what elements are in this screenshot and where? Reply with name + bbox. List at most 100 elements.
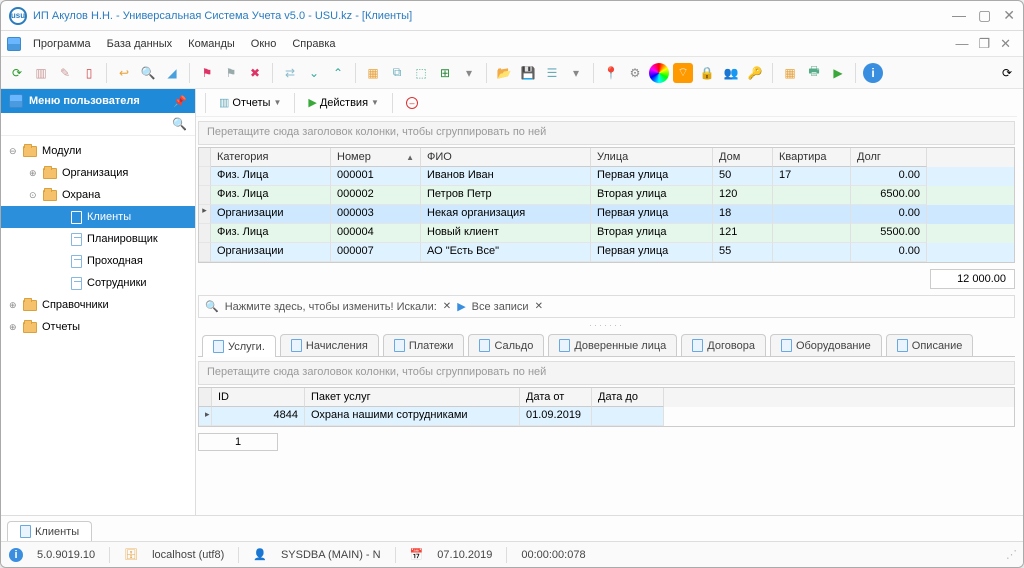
tab-5[interactable]: Договора <box>681 334 766 356</box>
group-hint[interactable]: Перетащите сюда заголовок колонки, чтобы… <box>198 121 1015 145</box>
col-street[interactable]: Улица <box>591 148 713 167</box>
expand-icon[interactable]: ⊖ <box>9 146 21 157</box>
table-row[interactable]: Физ. Лица000001Иванов ИванПервая улица50… <box>199 167 1014 186</box>
table-row[interactable]: Физ. Лица000004Новый клиентВторая улица1… <box>199 224 1014 243</box>
tab-0[interactable]: Услуги. <box>202 335 276 357</box>
tool-excel-icon[interactable]: ⊞ <box>435 63 455 83</box>
tool-flag-icon[interactable]: ⚑ <box>197 63 217 83</box>
col-date-from[interactable]: Дата от <box>520 388 592 407</box>
tab-2[interactable]: Платежи <box>383 334 465 356</box>
tool-print-icon[interactable]: 🖶 <box>804 63 824 83</box>
menu-commands[interactable]: Команды <box>180 34 243 54</box>
expand-icon[interactable]: ⊕ <box>9 300 21 311</box>
expand-icon[interactable]: ⊙ <box>29 190 41 201</box>
maximize-button[interactable]: ▢ <box>978 7 991 24</box>
mdi-close-button[interactable]: ✕ <box>1000 36 1011 52</box>
actions-button[interactable]: ▶ Действия ▼ <box>302 94 385 111</box>
tool-gear-icon[interactable]: ⚙ <box>625 63 645 83</box>
tool-link-icon[interactable]: ⇄ <box>280 63 300 83</box>
tree-item-клиенты[interactable]: Клиенты <box>1 206 195 228</box>
search-hint[interactable]: Нажмите здесь, чтобы изменить! Искали: <box>225 301 437 313</box>
clear-filter-icon[interactable]: ✕ <box>535 301 543 312</box>
pin-icon[interactable]: 📌 <box>173 95 187 108</box>
expand-icon[interactable]: ⊕ <box>29 168 41 179</box>
page-number[interactable]: 1 <box>198 433 278 451</box>
tab-1[interactable]: Начисления <box>280 334 379 356</box>
tree-item-модули[interactable]: ⊖Модули <box>1 140 195 162</box>
tool-open-icon[interactable]: 📂 <box>494 63 514 83</box>
table-row[interactable]: Физ. Лица000002Петров ПетрВторая улица12… <box>199 186 1014 205</box>
tool-flagclear-icon[interactable]: ✖ <box>245 63 265 83</box>
tool-up-icon[interactable]: ⌃ <box>328 63 348 83</box>
col-category[interactable]: Категория <box>211 148 331 167</box>
all-records-label[interactable]: Все записи <box>472 301 529 313</box>
tab-4[interactable]: Доверенные лица <box>548 334 677 356</box>
mdi-minimize-button[interactable]: — <box>955 36 968 52</box>
tree-item-проходная[interactable]: Проходная <box>1 250 195 272</box>
tool-refresh-icon[interactable]: ⟳ <box>7 63 27 83</box>
info-icon[interactable]: i <box>9 548 23 562</box>
tool-filter-icon[interactable]: ◢ <box>162 63 182 83</box>
col-flat[interactable]: Квартира <box>773 148 851 167</box>
doc-tab-clients[interactable]: Клиенты <box>7 521 92 541</box>
tool-info-icon[interactable]: i <box>863 63 883 83</box>
tool-doc-icon[interactable]: ▥ <box>31 63 51 83</box>
tree-item-отчеты[interactable]: ⊕Отчеты <box>1 316 195 338</box>
tool-lock-icon[interactable]: 🔒 <box>697 63 717 83</box>
col-number[interactable]: Номер▲ <box>331 148 421 167</box>
tree-item-планировщик[interactable]: Планировщик <box>1 228 195 250</box>
expand-icon[interactable]: ⊕ <box>9 322 21 333</box>
tab-6[interactable]: Оборудование <box>770 334 882 356</box>
tool-layout-icon[interactable]: ▦ <box>780 63 800 83</box>
tool-save-icon[interactable]: 💾 <box>518 63 538 83</box>
tool-dropdown-icon[interactable]: ▾ <box>459 63 479 83</box>
tool-refresh-right-icon[interactable]: ⟳ <box>997 63 1017 83</box>
col-id[interactable]: ID <box>212 388 305 407</box>
tree-item-сотрудники[interactable]: Сотрудники <box>1 272 195 294</box>
group-hint-sub[interactable]: Перетащите сюда заголовок колонки, чтобы… <box>198 361 1015 385</box>
tool-edit-icon[interactable]: ✎ <box>55 63 75 83</box>
col-package[interactable]: Пакет услуг <box>305 388 520 407</box>
tab-7[interactable]: Описание <box>886 334 974 356</box>
table-row[interactable]: Организации000007АО "Есть Все"Первая ули… <box>199 243 1014 262</box>
menu-database[interactable]: База данных <box>99 34 181 54</box>
tool-rss-icon[interactable]: ⌔ <box>673 63 693 83</box>
tool-pin-icon[interactable]: 📍 <box>601 63 621 83</box>
tool-flag2-icon[interactable]: ⚑ <box>221 63 241 83</box>
minimize-button[interactable]: — <box>952 7 966 24</box>
tool-export-icon[interactable]: ⬚ <box>411 63 431 83</box>
tool-down-icon[interactable]: ⌄ <box>304 63 324 83</box>
tree-item-организация[interactable]: ⊕Организация <box>1 162 195 184</box>
col-fio[interactable]: ФИО <box>421 148 591 167</box>
close-button[interactable]: ✕ <box>1003 7 1015 24</box>
tool-grid-icon[interactable]: ▦ <box>363 63 383 83</box>
tool-copy-icon[interactable]: ⧉ <box>387 63 407 83</box>
stop-button[interactable]: – <box>400 95 424 111</box>
tree-item-охрана[interactable]: ⊙Охрана <box>1 184 195 206</box>
col-debt[interactable]: Долг <box>851 148 927 167</box>
col-house[interactable]: Дом <box>713 148 773 167</box>
tool-play-icon[interactable]: ▶ <box>828 63 848 83</box>
tree-item-справочники[interactable]: ⊕Справочники <box>1 294 195 316</box>
tool-color-icon[interactable] <box>649 63 669 83</box>
tool-key-icon[interactable]: 🔑 <box>745 63 765 83</box>
tool-undo-icon[interactable]: ↩ <box>114 63 134 83</box>
menu-program[interactable]: Программа <box>25 34 99 54</box>
resize-grip[interactable]: ⋰ <box>1006 548 1015 561</box>
table-row[interactable]: ▸4844Охрана нашими сотрудниками01.09.201… <box>199 407 1014 426</box>
tab-3[interactable]: Сальдо <box>468 334 544 356</box>
sidebar-search[interactable]: 🔍 <box>1 113 195 136</box>
col-date-to[interactable]: Дата до <box>592 388 664 407</box>
tool-dropdown2-icon[interactable]: ▾ <box>566 63 586 83</box>
tool-delete-icon[interactable]: ▯ <box>79 63 99 83</box>
splitter[interactable]: ······· <box>196 320 1017 330</box>
menu-help[interactable]: Справка <box>284 34 343 54</box>
clear-search-icon[interactable]: ✕ <box>443 301 451 312</box>
tool-users-icon[interactable]: 👥 <box>721 63 741 83</box>
reports-button[interactable]: ▥ Отчеты ▼ <box>213 94 287 111</box>
table-row[interactable]: ▸Организации000003Некая организацияПерва… <box>199 205 1014 224</box>
tool-columns-icon[interactable]: ☰ <box>542 63 562 83</box>
menu-window[interactable]: Окно <box>243 34 285 54</box>
mdi-restore-button[interactable]: ❐ <box>978 36 990 52</box>
tool-search-icon[interactable]: 🔍 <box>138 63 158 83</box>
